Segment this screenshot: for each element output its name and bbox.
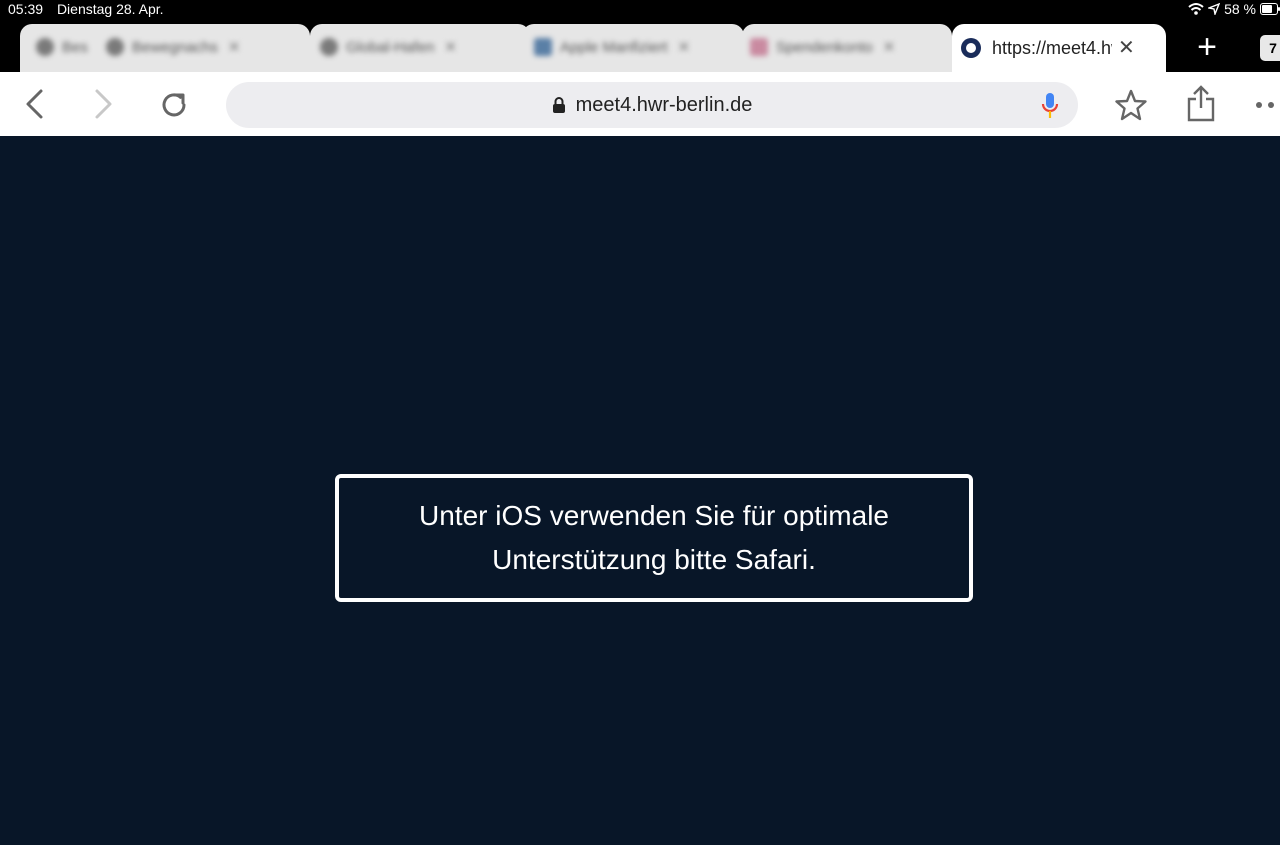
close-tab-button[interactable]: ✕ — [1118, 38, 1135, 58]
forward-icon[interactable] — [92, 88, 114, 120]
blurred-tab-1: Bes — [36, 32, 88, 62]
tab-favicon-icon — [320, 38, 338, 56]
back-icon[interactable] — [24, 88, 46, 120]
address-content: meet4.hwr-berlin.de — [226, 82, 1078, 128]
blurred-tab-title: Spendenkonto — [776, 38, 873, 56]
ios-safari-notice: Unter iOS verwenden Sie für optimale Unt… — [335, 474, 973, 602]
tab-favicon-icon — [534, 38, 552, 56]
mic-icon[interactable] — [1041, 92, 1059, 120]
address-bar[interactable]: meet4.hwr-berlin.de — [226, 82, 1078, 128]
blurred-tab-title: Bewegnachs — [132, 38, 218, 56]
url-text: meet4.hwr-berlin.de — [575, 93, 753, 116]
close-tab-icon: ✕ — [444, 39, 457, 56]
close-tab-icon: ✕ — [227, 39, 241, 56]
blurred-tab-3: Global-Hafen ✕ — [320, 32, 457, 62]
tab-favicon-icon — [106, 38, 124, 56]
status-date: Dienstag 28. Apr. — [56, 1, 164, 17]
bbb-favicon-icon — [961, 38, 981, 58]
close-tab-icon: ✕ — [882, 39, 896, 56]
active-tab-title: https://meet4.hwr-berlin.de — [992, 37, 1112, 58]
share-icon[interactable] — [1185, 84, 1217, 122]
tab-count-button[interactable]: 7 — [1260, 35, 1280, 61]
page-content: Unter iOS verwenden Sie für optimale Unt… — [0, 136, 1280, 845]
more-icon[interactable] — [1254, 100, 1280, 110]
close-tab-icon: ✕ — [677, 39, 691, 56]
browser-toolbar: meet4.hwr-berlin.de — [0, 72, 1280, 136]
tab-favicon-icon — [750, 38, 768, 56]
blurred-tab-title: Apple Manfiziert — [560, 38, 668, 56]
status-time: 05:39 — [8, 1, 44, 17]
battery-percentage: 58 % — [1224, 1, 1256, 17]
notice-line-2: Unterstützung bitte Safari. — [492, 544, 816, 575]
battery-icon — [1260, 3, 1280, 15]
blurred-tab-2: Bewegnachs ✕ — [106, 32, 240, 62]
blurred-tab-5: Spendenkonto ✕ — [750, 32, 895, 62]
tab-favicon-icon — [36, 38, 54, 56]
notice-text: Unter iOS verwenden Sie für optimale Unt… — [419, 494, 889, 582]
notice-line-1: Unter iOS verwenden Sie für optimale — [419, 500, 889, 531]
blurred-tab-4: Apple Manfiziert ✕ — [534, 32, 690, 62]
status-left: 05:39 Dienstag 28. Apr. — [8, 1, 164, 17]
star-icon[interactable] — [1114, 88, 1148, 122]
blurred-tab-title: Global-Hafen — [346, 38, 435, 56]
lock-icon — [552, 97, 565, 113]
status-bar: 05:39 Dienstag 28. Apr. 58 % — [0, 0, 1280, 20]
new-tab-button[interactable]: + — [1190, 30, 1224, 65]
wifi-icon — [1188, 3, 1204, 15]
location-icon — [1208, 3, 1221, 15]
reload-icon[interactable] — [158, 89, 190, 121]
blurred-tab-title: Bes — [62, 38, 88, 56]
tab-active[interactable]: https://meet4.hwr-berlin.de ✕ — [952, 24, 1166, 72]
status-right: 58 % — [1188, 1, 1280, 17]
